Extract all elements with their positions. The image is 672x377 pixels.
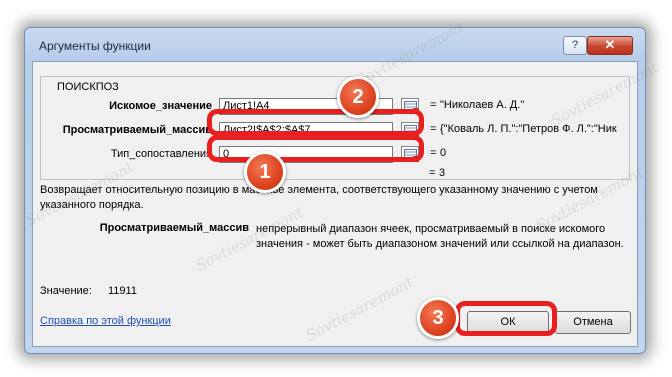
cancel-button[interactable]: Отмена <box>555 311 631 334</box>
step-badge-3: 3 <box>417 297 459 339</box>
value-display: 11911 <box>108 285 137 297</box>
equals-sign: = <box>430 99 437 111</box>
match-type-result: 0 <box>440 147 447 159</box>
arg-label-lookup-value: Искомое_значение <box>109 100 212 112</box>
help-link[interactable]: Справка по этой функции <box>40 315 171 327</box>
step-badge-1: 1 <box>244 151 286 193</box>
close-button[interactable]: ✕ <box>587 36 633 55</box>
arg-help-name: Просматриваемый_массив <box>99 222 249 234</box>
match-type-highlight <box>207 135 424 162</box>
arg-label-lookup-array: Просматриваемый_массив <box>62 124 212 136</box>
lookup-array-highlight <box>207 109 424 136</box>
lookup-array-result: {"Коваль Л. П.":"Петров Ф. Л.":"Ник <box>440 123 617 135</box>
ok-button-highlight <box>455 301 557 336</box>
arg-help-text: непрерывный диапазон ячеек, просматривае… <box>256 223 624 250</box>
function-name: ПОИСКПОЗ <box>54 81 122 93</box>
equals-sign: = <box>429 167 436 179</box>
formula-result: 3 <box>439 167 446 179</box>
equals-sign: = <box>430 147 437 159</box>
help-button[interactable]: ? <box>563 36 587 55</box>
equals-sign: = <box>430 123 437 135</box>
value-label: Значение: <box>40 285 92 297</box>
function-description: Возвращает относительную позицию в масси… <box>40 184 598 211</box>
dialog-title: Аргументы функции <box>39 39 151 53</box>
